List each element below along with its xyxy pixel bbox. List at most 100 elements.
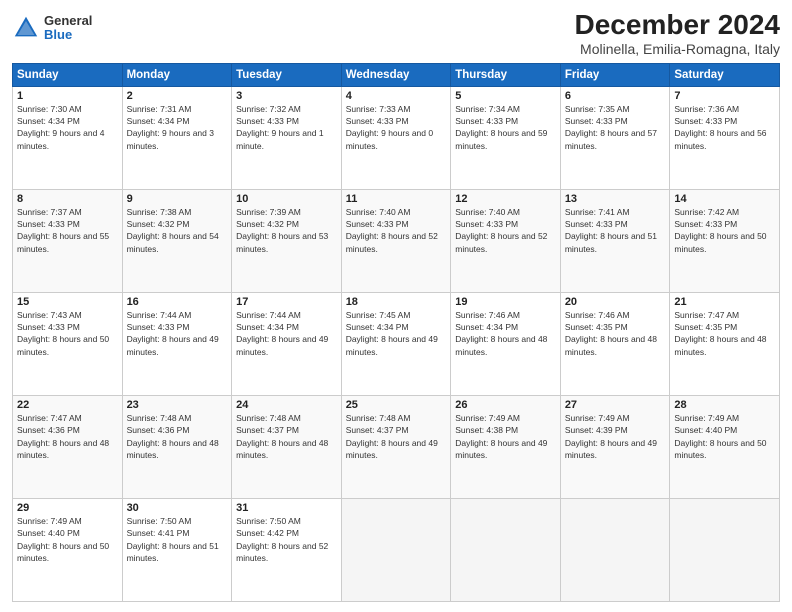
table-row: 22 Sunrise: 7:47 AM Sunset: 4:36 PM Dayl… (13, 395, 123, 498)
calendar-week-row: 1 Sunrise: 7:30 AM Sunset: 4:34 PM Dayli… (13, 86, 780, 189)
sunrise-label: Sunrise: 7:44 AM (236, 310, 301, 320)
sunrise-label: Sunrise: 7:31 AM (127, 104, 192, 114)
daylight-label: Daylight: 8 hours and 48 minutes. (127, 438, 219, 460)
daylight-label: Daylight: 8 hours and 50 minutes. (674, 438, 766, 460)
sunset-label: Sunset: 4:34 PM (455, 322, 518, 332)
logo-text: General Blue (44, 14, 92, 43)
sunrise-label: Sunrise: 7:49 AM (674, 413, 739, 423)
col-sunday: Sunday (13, 63, 123, 86)
table-row: 21 Sunrise: 7:47 AM Sunset: 4:35 PM Dayl… (670, 292, 780, 395)
sunset-label: Sunset: 4:41 PM (127, 528, 190, 538)
table-row: 7 Sunrise: 7:36 AM Sunset: 4:33 PM Dayli… (670, 86, 780, 189)
day-info: Sunrise: 7:44 AM Sunset: 4:33 PM Dayligh… (127, 309, 228, 358)
table-row: 17 Sunrise: 7:44 AM Sunset: 4:34 PM Dayl… (232, 292, 342, 395)
col-friday: Friday (560, 63, 670, 86)
daylight-label: Daylight: 8 hours and 51 minutes. (127, 541, 219, 563)
sunset-label: Sunset: 4:40 PM (674, 425, 737, 435)
day-number: 7 (674, 90, 775, 102)
sunset-label: Sunset: 4:42 PM (236, 528, 299, 538)
day-number: 4 (346, 90, 447, 102)
table-row: 6 Sunrise: 7:35 AM Sunset: 4:33 PM Dayli… (560, 86, 670, 189)
day-number: 6 (565, 90, 666, 102)
table-row: 26 Sunrise: 7:49 AM Sunset: 4:38 PM Dayl… (451, 395, 561, 498)
sunrise-label: Sunrise: 7:45 AM (346, 310, 411, 320)
table-row: 11 Sunrise: 7:40 AM Sunset: 4:33 PM Dayl… (341, 189, 451, 292)
day-info: Sunrise: 7:48 AM Sunset: 4:36 PM Dayligh… (127, 412, 228, 461)
day-number: 29 (17, 502, 118, 514)
sunrise-label: Sunrise: 7:34 AM (455, 104, 520, 114)
sunrise-label: Sunrise: 7:32 AM (236, 104, 301, 114)
sunset-label: Sunset: 4:34 PM (236, 322, 299, 332)
day-number: 26 (455, 399, 556, 411)
day-info: Sunrise: 7:44 AM Sunset: 4:34 PM Dayligh… (236, 309, 337, 358)
day-number: 28 (674, 399, 775, 411)
daylight-label: Daylight: 8 hours and 50 minutes. (17, 334, 109, 356)
sunset-label: Sunset: 4:33 PM (455, 116, 518, 126)
day-number: 31 (236, 502, 337, 514)
day-info: Sunrise: 7:32 AM Sunset: 4:33 PM Dayligh… (236, 103, 337, 152)
day-info: Sunrise: 7:48 AM Sunset: 4:37 PM Dayligh… (346, 412, 447, 461)
table-row: 8 Sunrise: 7:37 AM Sunset: 4:33 PM Dayli… (13, 189, 123, 292)
col-thursday: Thursday (451, 63, 561, 86)
sunrise-label: Sunrise: 7:49 AM (455, 413, 520, 423)
sunrise-label: Sunrise: 7:36 AM (674, 104, 739, 114)
day-info: Sunrise: 7:43 AM Sunset: 4:33 PM Dayligh… (17, 309, 118, 358)
sunset-label: Sunset: 4:36 PM (127, 425, 190, 435)
sunset-label: Sunset: 4:38 PM (455, 425, 518, 435)
day-number: 19 (455, 296, 556, 308)
day-info: Sunrise: 7:50 AM Sunset: 4:41 PM Dayligh… (127, 515, 228, 564)
table-row: 3 Sunrise: 7:32 AM Sunset: 4:33 PM Dayli… (232, 86, 342, 189)
daylight-label: Daylight: 9 hours and 0 minutes. (346, 128, 433, 150)
sunset-label: Sunset: 4:33 PM (455, 219, 518, 229)
daylight-label: Daylight: 8 hours and 49 minutes. (236, 334, 328, 356)
sunset-label: Sunset: 4:34 PM (17, 116, 80, 126)
daylight-label: Daylight: 8 hours and 48 minutes. (565, 334, 657, 356)
day-number: 3 (236, 90, 337, 102)
day-number: 10 (236, 193, 337, 205)
table-row: 20 Sunrise: 7:46 AM Sunset: 4:35 PM Dayl… (560, 292, 670, 395)
sunset-label: Sunset: 4:33 PM (127, 322, 190, 332)
sunrise-label: Sunrise: 7:40 AM (346, 207, 411, 217)
sunrise-label: Sunrise: 7:39 AM (236, 207, 301, 217)
table-row: 13 Sunrise: 7:41 AM Sunset: 4:33 PM Dayl… (560, 189, 670, 292)
sunset-label: Sunset: 4:33 PM (346, 219, 409, 229)
sunrise-label: Sunrise: 7:49 AM (565, 413, 630, 423)
day-number: 8 (17, 193, 118, 205)
day-number: 23 (127, 399, 228, 411)
daylight-label: Daylight: 8 hours and 49 minutes. (346, 334, 438, 356)
sunset-label: Sunset: 4:33 PM (236, 116, 299, 126)
sunrise-label: Sunrise: 7:40 AM (455, 207, 520, 217)
day-info: Sunrise: 7:46 AM Sunset: 4:34 PM Dayligh… (455, 309, 556, 358)
daylight-label: Daylight: 8 hours and 49 minutes. (565, 438, 657, 460)
daylight-label: Daylight: 8 hours and 56 minutes. (674, 128, 766, 150)
day-info: Sunrise: 7:49 AM Sunset: 4:38 PM Dayligh… (455, 412, 556, 461)
sunset-label: Sunset: 4:37 PM (236, 425, 299, 435)
daylight-label: Daylight: 8 hours and 54 minutes. (127, 231, 219, 253)
daylight-label: Daylight: 8 hours and 48 minutes. (455, 334, 547, 356)
calendar-title: December 2024 (575, 10, 780, 41)
sunrise-label: Sunrise: 7:50 AM (127, 516, 192, 526)
day-info: Sunrise: 7:47 AM Sunset: 4:36 PM Dayligh… (17, 412, 118, 461)
sunset-label: Sunset: 4:35 PM (674, 322, 737, 332)
daylight-label: Daylight: 8 hours and 49 minutes. (346, 438, 438, 460)
col-tuesday: Tuesday (232, 63, 342, 86)
sunrise-label: Sunrise: 7:37 AM (17, 207, 82, 217)
table-row: 9 Sunrise: 7:38 AM Sunset: 4:32 PM Dayli… (122, 189, 232, 292)
daylight-label: Daylight: 8 hours and 50 minutes. (17, 541, 109, 563)
daylight-label: Daylight: 8 hours and 52 minutes. (455, 231, 547, 253)
day-number: 20 (565, 296, 666, 308)
day-number: 14 (674, 193, 775, 205)
day-number: 12 (455, 193, 556, 205)
daylight-label: Daylight: 8 hours and 49 minutes. (455, 438, 547, 460)
table-row: 16 Sunrise: 7:44 AM Sunset: 4:33 PM Dayl… (122, 292, 232, 395)
calendar-subtitle: Molinella, Emilia-Romagna, Italy (575, 41, 780, 57)
calendar-week-row: 8 Sunrise: 7:37 AM Sunset: 4:33 PM Dayli… (13, 189, 780, 292)
day-number: 9 (127, 193, 228, 205)
table-row: 12 Sunrise: 7:40 AM Sunset: 4:33 PM Dayl… (451, 189, 561, 292)
sunset-label: Sunset: 4:39 PM (565, 425, 628, 435)
sunrise-label: Sunrise: 7:46 AM (455, 310, 520, 320)
sunrise-label: Sunrise: 7:38 AM (127, 207, 192, 217)
sunset-label: Sunset: 4:32 PM (236, 219, 299, 229)
sunrise-label: Sunrise: 7:46 AM (565, 310, 630, 320)
col-saturday: Saturday (670, 63, 780, 86)
